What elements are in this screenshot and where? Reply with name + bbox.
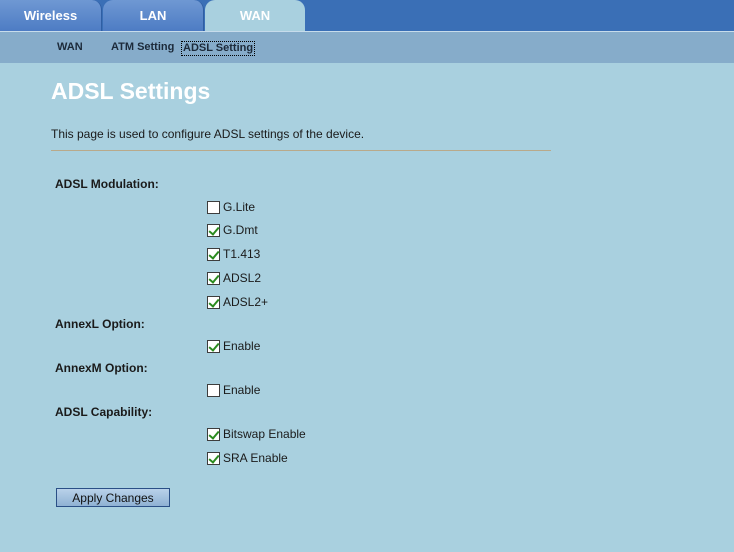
checkbox-label: ADSL2+: [223, 295, 269, 309]
checkbox-box[interactable]: [207, 295, 220, 309]
checkbox-box[interactable]: [207, 339, 220, 353]
adsl-modulation-label: ADSL Modulation:: [55, 177, 159, 191]
checkbox-box[interactable]: [207, 383, 220, 397]
tab-wan[interactable]: WAN: [205, 0, 305, 31]
subnav-adsl-setting[interactable]: ADSL Setting: [181, 41, 256, 56]
checkbox-adsl2[interactable]: ADSL2: [207, 270, 261, 286]
checkbox-label: Enable: [223, 383, 261, 397]
checkbox-t1413[interactable]: T1.413: [207, 246, 260, 262]
apply-changes-button[interactable]: Apply Changes: [56, 488, 170, 507]
checkbox-label: SRA Enable: [223, 451, 288, 465]
checkbox-annexm-enable[interactable]: Enable: [207, 382, 260, 398]
checkbox-box[interactable]: [207, 427, 220, 441]
page-description: This page is used to configure ADSL sett…: [51, 127, 365, 141]
checkbox-sra-enable[interactable]: SRA Enable: [207, 450, 288, 466]
checkbox-box[interactable]: [207, 200, 220, 214]
tab-wireless[interactable]: Wireless: [0, 0, 102, 31]
checkbox-label: T1.413: [223, 247, 261, 261]
checkbox-box[interactable]: [207, 247, 220, 261]
checkbox-label: ADSL2: [223, 271, 262, 285]
checkbox-gdmt[interactable]: G.Dmt: [207, 222, 258, 238]
checkbox-box[interactable]: [207, 223, 220, 237]
checkbox-annexl-enable[interactable]: Enable: [207, 338, 260, 354]
checkbox-box[interactable]: [207, 271, 220, 285]
adsl-capability-label: ADSL Capability:: [55, 405, 153, 419]
divider: [51, 150, 551, 151]
checkbox-box[interactable]: [207, 451, 220, 465]
checkbox-label: Bitswap Enable: [223, 427, 306, 441]
checkbox-label: G.Dmt: [223, 223, 258, 237]
subnav-atm-setting[interactable]: ATM Setting: [110, 41, 175, 54]
top-tab-bar: Wireless LAN WAN: [0, 0, 734, 31]
checkbox-bitswap-enable[interactable]: Bitswap Enable: [207, 426, 306, 442]
annexl-option-label: AnnexL Option:: [55, 317, 145, 331]
annexm-option-label: AnnexM Option:: [55, 361, 148, 375]
checkbox-label: Enable: [223, 339, 261, 353]
page-title: ADSL Settings: [51, 78, 211, 104]
sub-navigation: WAN ATM Setting ADSL Setting: [0, 31, 734, 63]
subnav-wan[interactable]: WAN: [56, 41, 84, 54]
checkbox-label: G.Lite: [223, 200, 256, 214]
tab-lan[interactable]: LAN: [103, 0, 204, 31]
checkbox-adsl2plus[interactable]: ADSL2+: [207, 294, 268, 310]
checkbox-glite[interactable]: G.Lite: [207, 199, 255, 215]
